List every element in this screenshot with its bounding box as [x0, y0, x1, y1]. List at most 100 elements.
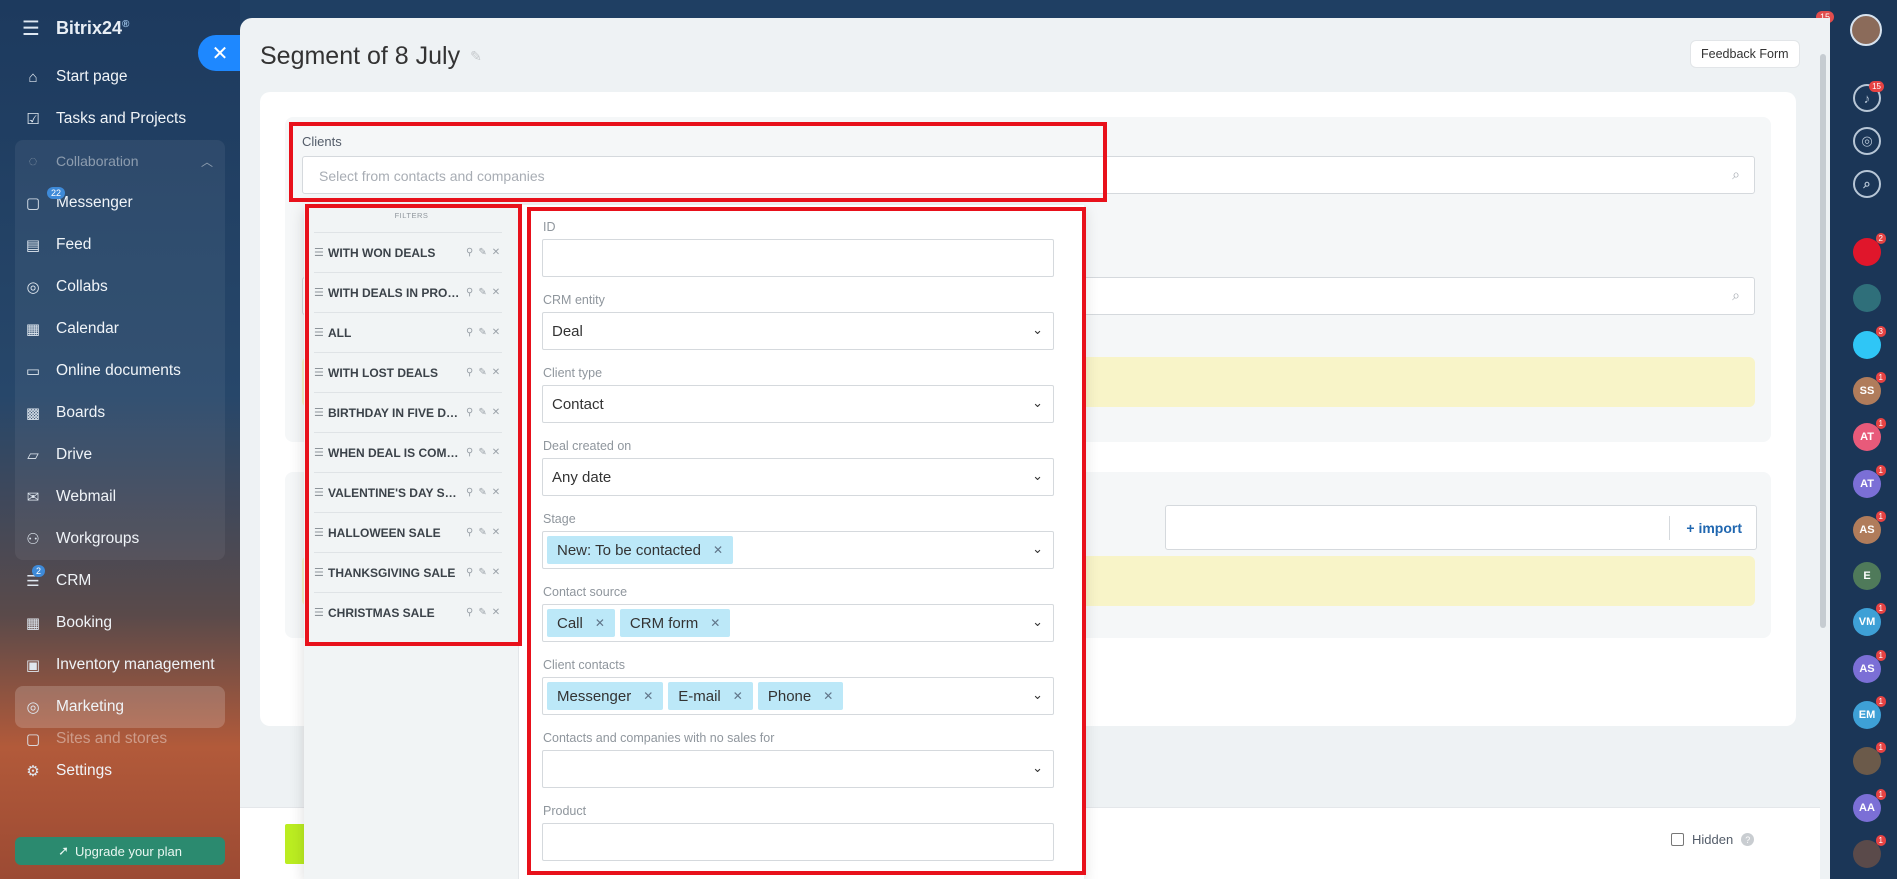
pin-icon[interactable]: ⚲ — [466, 567, 473, 578]
delete-icon[interactable]: ✕ — [492, 567, 500, 578]
sidebar-item-inventory[interactable]: ▣ Inventory management — [0, 644, 240, 686]
sidebar-group-collaboration[interactable]: ◌ Collaboration ︿ — [15, 140, 225, 182]
remove-tag-icon[interactable]: ✕ — [643, 689, 653, 703]
delete-icon[interactable]: ✕ — [492, 287, 500, 298]
no-sales-select[interactable]: ⌄ — [542, 750, 1054, 788]
rail-chat-avatar[interactable]: AA 1 — [1853, 788, 1886, 822]
upgrade-plan-button[interactable]: ➚ Upgrade your plan — [15, 837, 225, 865]
hamburger-icon[interactable]: ☰ — [22, 16, 40, 41]
source-tag[interactable]: CRM form ✕ — [619, 609, 731, 637]
edit-icon[interactable]: ✎ — [478, 367, 486, 378]
sidebar-item-calendar[interactable]: ▦ Calendar — [15, 308, 225, 350]
client-contacts-multiselect[interactable]: Messenger ✕ E-mail ✕ Phone ✕ ⌄ — [542, 677, 1054, 715]
drag-handle-icon[interactable]: ☰ — [314, 526, 324, 539]
drag-handle-icon[interactable]: ☰ — [314, 326, 324, 339]
feedback-form-button[interactable]: Feedback Form — [1690, 40, 1800, 68]
client-type-select[interactable]: Contact ⌄ — [542, 385, 1054, 423]
delete-icon[interactable]: ✕ — [492, 607, 500, 618]
chevron-up-icon[interactable]: ︿ — [201, 153, 213, 170]
sidebar-item-tasks[interactable]: ☑ Tasks and Projects — [0, 98, 240, 140]
rail-chat-avatar[interactable]: 1 — [1853, 834, 1886, 868]
edit-icon[interactable]: ✎ — [478, 247, 486, 258]
delete-icon[interactable]: ✕ — [492, 327, 500, 338]
activity-button[interactable]: ◎ — [1853, 127, 1881, 155]
rail-chat-avatar[interactable]: 3 — [1853, 325, 1886, 359]
filter-preset[interactable]: ☰ THANKSGIVING SALE ⚲ ✎ ✕ — [314, 552, 502, 592]
drag-handle-icon[interactable]: ☰ — [314, 566, 324, 579]
sidebar-item-collabs[interactable]: ◎ Collabs — [15, 266, 225, 308]
drag-handle-icon[interactable]: ☰ — [314, 246, 324, 259]
edit-icon[interactable]: ✎ — [478, 567, 486, 578]
sidebar-item-online-documents[interactable]: ▭ Online documents — [15, 350, 225, 392]
notifications-button[interactable]: ♪ 15 — [1853, 81, 1884, 112]
import-field[interactable]: + import — [1165, 505, 1757, 550]
filter-preset[interactable]: ☰ HALLOWEEN SALE ⚲ ✎ ✕ — [314, 512, 502, 552]
drag-handle-icon[interactable]: ☰ — [314, 486, 324, 499]
filter-preset[interactable]: ☰ ALL ⚲ ✎ ✕ — [314, 312, 502, 352]
rail-chat-avatar[interactable]: E — [1853, 562, 1881, 591]
deal-created-select[interactable]: Any date ⌄ — [542, 458, 1054, 496]
sidebar-item-sites[interactable]: ▢ Sites and stores — [0, 728, 240, 750]
delete-icon[interactable]: ✕ — [492, 447, 500, 458]
drag-handle-icon[interactable]: ☰ — [314, 366, 324, 379]
rail-chat-avatar[interactable]: EM 1 — [1853, 696, 1886, 729]
remove-tag-icon[interactable]: ✕ — [733, 689, 743, 703]
remove-tag-icon[interactable]: ✕ — [823, 689, 833, 703]
sidebar-item-crm[interactable]: ☰ 2 CRM — [0, 560, 240, 602]
pin-icon[interactable]: ⚲ — [466, 287, 473, 298]
sidebar-item-feed[interactable]: ▤ Feed — [15, 224, 225, 266]
delete-icon[interactable]: ✕ — [492, 487, 500, 498]
rail-chat-avatar[interactable]: AS 1 — [1853, 510, 1886, 544]
pin-icon[interactable]: ⚲ — [466, 607, 473, 618]
pin-icon[interactable]: ⚲ — [466, 407, 473, 418]
drag-handle-icon[interactable]: ☰ — [314, 286, 324, 299]
pin-icon[interactable]: ⚲ — [466, 327, 473, 338]
sidebar-item-boards[interactable]: ▩ Boards — [15, 392, 225, 434]
edit-icon[interactable]: ✎ — [478, 287, 486, 298]
import-link[interactable]: + import — [1686, 520, 1742, 536]
edit-title-icon[interactable]: ✎ — [470, 48, 482, 65]
remove-tag-icon[interactable]: ✕ — [710, 616, 720, 630]
sidebar-item-messenger[interactable]: ▢ 22 Messenger — [15, 182, 225, 224]
sidebar-item-webmail[interactable]: ✉ Webmail — [15, 476, 225, 518]
id-input[interactable] — [542, 239, 1054, 277]
pin-icon[interactable]: ⚲ — [466, 447, 473, 458]
edit-icon[interactable]: ✎ — [478, 447, 486, 458]
filter-preset[interactable]: ☰WITH DEALS IN PROGRESS⚲✎✕ — [314, 272, 502, 312]
filter-preset[interactable]: ☰ BIRTHDAY IN FIVE DAYS ⚲ ✎ ✕ — [314, 392, 502, 432]
product-input[interactable] — [542, 823, 1054, 861]
hidden-checkbox[interactable] — [1671, 833, 1684, 846]
filter-preset[interactable]: ☰ WITH LOST DEALS ⚲ ✎ ✕ — [314, 352, 502, 392]
search-chat-button[interactable]: ⌕ — [1853, 170, 1881, 198]
delete-icon[interactable]: ✕ — [492, 527, 500, 538]
rail-chat-avatar[interactable]: AT 1 — [1853, 418, 1886, 452]
filter-preset[interactable]: ☰WHEN DEAL IS COMPLETED⚲✎✕ — [314, 432, 502, 472]
pin-icon[interactable]: ⚲ — [466, 247, 473, 258]
sidebar-item-marketing[interactable]: ◎ Marketing — [15, 686, 225, 728]
pin-icon[interactable]: ⚲ — [466, 487, 473, 498]
filter-preset[interactable]: ☰ CHRISTMAS SALE ⚲ ✎ ✕ — [314, 592, 502, 632]
contact-tag[interactable]: Phone ✕ — [757, 682, 844, 710]
user-avatar[interactable] — [1850, 14, 1882, 46]
drag-handle-icon[interactable]: ☰ — [314, 446, 324, 459]
edit-icon[interactable]: ✎ — [478, 327, 486, 338]
delete-icon[interactable]: ✕ — [492, 247, 500, 258]
drag-handle-icon[interactable]: ☰ — [314, 406, 324, 419]
sidebar-item-booking[interactable]: ▦ Booking — [0, 602, 240, 644]
crm-entity-select[interactable]: Deal ⌄ — [542, 312, 1054, 350]
rail-chat-avatar[interactable]: AT 1 — [1853, 464, 1886, 498]
drag-handle-icon[interactable]: ☰ — [314, 606, 324, 619]
hidden-toggle[interactable]: Hidden ? — [1671, 832, 1755, 847]
delete-icon[interactable]: ✕ — [492, 407, 500, 418]
search-icon-2[interactable]: ⌕ — [1732, 287, 1740, 304]
pin-icon[interactable]: ⚲ — [466, 367, 473, 378]
source-tag[interactable]: Call ✕ — [547, 609, 615, 637]
sidebar-item-drive[interactable]: ▱ Drive — [15, 434, 225, 476]
filter-preset[interactable]: ☰ WITH WON DEALS ⚲ ✎ ✕ — [314, 232, 502, 272]
vertical-scrollbar[interactable] — [1820, 54, 1826, 628]
clients-search-input[interactable]: Select from contacts and companies ⌕ — [302, 156, 1755, 194]
search-icon[interactable]: ⌕ — [1732, 166, 1740, 183]
rail-chat-avatar[interactable]: 2 — [1853, 233, 1886, 266]
edit-icon[interactable]: ✎ — [478, 407, 486, 418]
contact-tag[interactable]: E-mail ✕ — [668, 682, 753, 710]
